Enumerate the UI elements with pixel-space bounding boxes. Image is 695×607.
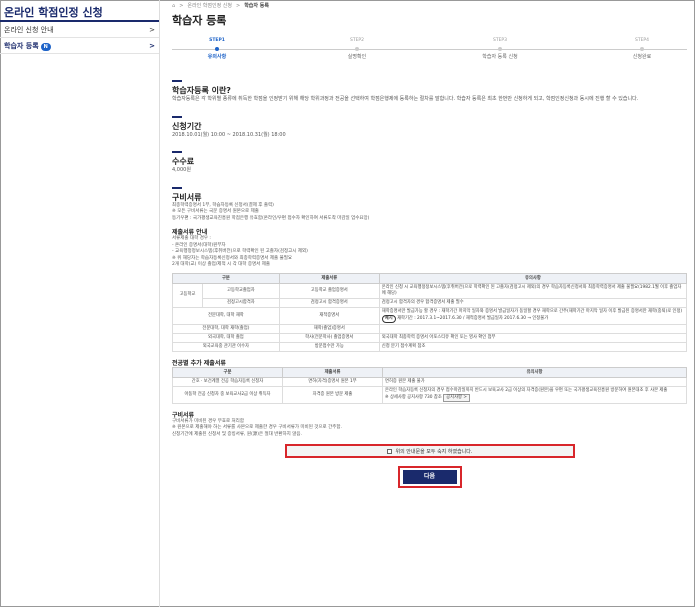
section-bar — [172, 80, 182, 82]
next-button[interactable]: 다음 — [402, 470, 457, 484]
step-dot — [498, 47, 502, 51]
table-row: 전문대학, 대학 재학(졸업) 재학(졸업)증명서 — [172, 323, 688, 334]
agree-checkbox-row[interactable]: 위의 안내문을 모두 숙지 하였습니다. — [284, 444, 575, 458]
section-bar — [172, 186, 182, 189]
section-body: 4,000원 — [172, 167, 191, 173]
sidebar-title: 온라인 학점인정 신청 — [0, 0, 159, 22]
major-docs-table: 구분 제출서류 유의사항 간호 · 보건계열 전공 학습자등록 신청자 면허(자… — [172, 366, 687, 404]
submit-docs-table: 구분 제출서류 유의사항 고등학교 고등학교졸업자 고등학교 졸업증명서 온라인… — [172, 272, 688, 352]
table-row: 아동학 전공 신청자 중 보육교사2급 이상 취득자 자격증 원본 방문 제출 … — [172, 385, 687, 404]
step-indicator: STEP1 유의사항 STEP2 실명확인 STEP3 학습자 등록 신청 ST… — [172, 36, 687, 66]
table-row: 간호 · 보건계열 전공 학습자등록 신청자 면허(자격)증명서 원본 1부 면… — [172, 376, 687, 387]
sidebar-item-learner-registration[interactable]: 학습자 등록 N > — [0, 38, 159, 54]
breadcrumb-level1[interactable]: 온라인 학점인정 신청 — [187, 0, 232, 12]
agree-label: 위의 안내문을 모두 숙지 하였습니다. — [395, 448, 473, 455]
section-title: 학습자등록 이란? — [172, 86, 231, 95]
breadcrumb-current: 학습자 등록 — [244, 3, 269, 9]
docs2-title: 구비서류 — [172, 411, 195, 419]
step-1: STEP1 유의사항 — [207, 38, 227, 60]
page-title: 학습자 등록 — [172, 14, 227, 27]
next-button-highlight: 다음 — [397, 466, 462, 488]
table-row: 고등학교 고등학교졸업자 고등학교 졸업증명서 온라인 신청 시 교육행정정보시… — [172, 282, 688, 308]
submit-guide-title: 제출서류 안내 — [172, 229, 208, 236]
main-content: ⌂ > 온라인 학점인정 신청 > 학습자 등록 학습자 등록 STEP1 유의… — [172, 0, 688, 488]
step-2: STEP2 실명확인 — [347, 38, 367, 60]
docs-section: 구비서류 최종학력증명서 1부, 학습자등록 신청서(결제 후 출력) ※ 모든… — [172, 186, 688, 439]
step-dot — [215, 47, 219, 51]
chevron-right-icon: > — [149, 25, 155, 34]
section-bar — [172, 115, 182, 118]
step-3: STEP3 학습자 등록 신청 — [482, 38, 518, 60]
sidebar-item-online-guide[interactable]: 온라인 신청 안내 > — [0, 22, 159, 38]
table-row: 외국대학, 대학 졸업 학사(전문학사) 졸업증명서 외국대학 최종학력 증명서… — [172, 332, 688, 343]
fee-section: 수수료 4,000원 — [172, 151, 687, 175]
step-dot — [355, 47, 359, 51]
table-row: 전문대학, 대학 재학 재적증명서 재학증명서만 발급가능 할 경우 : 재학기… — [172, 306, 688, 325]
list-item: 등기우편 : 국가평생교육진흥원 학점은행 유효함(온라인/우편 접수자 확인하… — [172, 215, 370, 221]
step-4: STEP4 신청완료 — [632, 38, 652, 60]
section-body: 2018.10.01(월) 10:00 ~ 2018.10.31(월) 18:0… — [172, 131, 286, 138]
sidebar: 온라인 학점인정 신청 온라인 신청 안내 > 학습자 등록 N > — [0, 0, 160, 607]
major-docs-title: 전공별 추가 제출서류 — [172, 359, 226, 367]
breadcrumb-separator: > — [179, 3, 184, 9]
about-section: 학습자등록 이란? 학습자등록은 각 학위별 종류에 취득한 학점을 인정받기 … — [172, 80, 687, 104]
step-dot — [640, 47, 644, 51]
table-row: 외국교육중 관기관 이수자 방문접수만 가능 신청 분기 접수계획 참조 — [172, 341, 688, 352]
section-title: 구비서류 — [172, 192, 202, 202]
agree-checkbox[interactable] — [386, 448, 392, 454]
list-item: 2개 대학(교) 이상 졸업/제적 시 각 대학 증명서 제출 — [172, 262, 270, 267]
section-bar — [172, 151, 182, 153]
sidebar-item-label: 온라인 신청 안내 — [4, 25, 54, 34]
home-icon[interactable]: ⌂ — [172, 0, 175, 12]
notice-button[interactable]: 공지사항 > — [443, 393, 470, 402]
table-header-row: 구분 제출서류 유의사항 — [172, 366, 687, 378]
section-title: 신청기간 — [172, 121, 202, 131]
period-section: 신청기간 2018.10.01(월) 10:00 ~ 2018.10.31(월)… — [172, 115, 687, 140]
table-row: 검정고시합격자 검정고시 합격증명서 검정고시 합격자의 경우 합격증명서 제출… — [173, 297, 688, 308]
table-header-row: 구분 제출서류 유의사항 — [172, 272, 688, 284]
list-item: 신청기간에 제출된 신청서 및 증빙서류, 원(源)은 절대 반환하지 않음. — [172, 431, 302, 437]
section-body: 학습자등록은 각 학위별 종류에 취득한 학점을 인정받기 위해 해당 학위과정… — [172, 96, 639, 102]
example-tag: 예시 — [381, 314, 396, 323]
section-title: 수수료 — [172, 157, 195, 166]
chevron-right-icon: > — [149, 41, 155, 50]
breadcrumb: ⌂ > 온라인 학점인정 신청 > 학습자 등록 — [172, 0, 687, 12]
breadcrumb-separator: > — [235, 3, 241, 9]
sidebar-item-label: 학습자 등록 N — [4, 38, 51, 54]
new-badge: N — [40, 42, 51, 51]
